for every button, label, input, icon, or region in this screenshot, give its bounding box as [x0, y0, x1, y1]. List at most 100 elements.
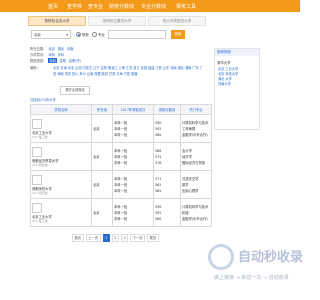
- school-cell: 首都师范大学 211 师范类: [30, 170, 92, 199]
- major-link[interactable]: 国际经济与贸易: [182, 160, 210, 166]
- pager-page[interactable]: 3: [120, 234, 129, 242]
- filter-type-selected[interactable]: 本科: [48, 58, 57, 63]
- batch-value: 本科一批: [114, 188, 128, 193]
- school-logo: [32, 174, 42, 185]
- nav-school-scores[interactable]: 院校分数线: [109, 3, 134, 10]
- search-bar: 北京 ▾ 院校 专业 搜索: [28, 30, 185, 40]
- tab-by-type[interactable]: 按大学类型查大学: [148, 16, 206, 26]
- radio-school-label: 院校: [82, 33, 89, 37]
- majors-cell: 计算机科学与技术 机械 金融学(中外合作): [180, 198, 212, 227]
- sidebar-item[interactable]: 河南大学: [218, 82, 259, 87]
- watermark-subtitle: 做上链接 → 来访一次 → 自动收录: [214, 275, 289, 281]
- search-button[interactable]: 搜索: [171, 30, 185, 39]
- sidebar-heading: 推荐院校: [215, 49, 259, 56]
- majors-cell: 汉语言文学 数学 应用心理学: [180, 170, 212, 199]
- nav-home[interactable]: 首页: [48, 3, 58, 10]
- filter-area-option[interactable]: 河南: [67, 47, 74, 51]
- school-tags: 211 理工类: [32, 134, 48, 139]
- majors-cell: 计算机科学与技术 工商管理 金融学(中外合作): [180, 114, 212, 143]
- filter-type: 院校类型: 本科 高职 高职(专): [30, 58, 83, 63]
- school-cell: 北京工业大学 211 理工类: [30, 114, 92, 143]
- location-cell: 北京: [91, 114, 113, 143]
- filter-area-option[interactable]: 北京: [48, 47, 55, 51]
- filter-province-label: 省份:: [30, 66, 38, 70]
- batch-cell: 本科一批 本科一批 本科一批: [112, 114, 154, 143]
- table-row: 首都经济贸易大学 211 财经类 北京 本科一批 本科一批 本科一批 588 574 57…: [30, 142, 212, 171]
- table-row: 北京工业大学 211 理工类 北京 本科一批 本科一批 本科一批 590 592 580 …: [30, 198, 212, 227]
- filter-type-option[interactable]: 高职: [60, 59, 67, 63]
- score-value: 580: [155, 132, 162, 137]
- school-logo: [32, 146, 42, 157]
- top-nav-bar: 首页 查学校 查专业 院校分数线 专业分数线 报考工具: [0, 0, 300, 12]
- province-list[interactable]: 北京 天津 河北 山西 内蒙古 辽宁 吉林 黑龙江 上海 江苏 浙江 安徽 福建…: [53, 65, 203, 77]
- watermark-title: 自动秒收录: [238, 250, 304, 265]
- score-value: 565: [155, 188, 162, 193]
- tab-by-location[interactable]: 按院校位置查大学: [88, 16, 146, 26]
- nav-tools[interactable]: 报考工具: [176, 3, 196, 10]
- col-batch: 2017年录取批次: [112, 104, 154, 115]
- table-row: 北京工业大学 211 理工类 北京 本科一批 本科一批 本科一批 590 592 580 …: [30, 114, 212, 143]
- pager-next[interactable]: 下一页: [130, 234, 146, 242]
- pager-page[interactable]: 2: [111, 234, 119, 242]
- school-logo: [32, 202, 42, 213]
- score-cell: 571 562 565: [153, 170, 181, 199]
- filter-level-option[interactable]: 本科: [48, 53, 55, 57]
- batch-cell: 本科一批 本科一批 本科一批: [112, 170, 154, 199]
- table-header-row: 学校名称 所在地 2017年录取批次 录取分数线 热门专业: [30, 104, 212, 115]
- tab-by-name[interactable]: 按院校名查大学: [28, 16, 86, 26]
- filter-level: 办学层次: 本科 专科: [30, 52, 66, 57]
- batch-value: 本科一批: [114, 132, 128, 137]
- radio-major[interactable]: [92, 32, 97, 37]
- col-majors: 热门专业: [180, 104, 212, 115]
- score-cell: 588 574 576: [153, 142, 181, 171]
- location-cell: 北京: [91, 198, 113, 227]
- nav-majors[interactable]: 查专业: [88, 3, 103, 10]
- nav-major-scores[interactable]: 专业分数线: [141, 3, 166, 10]
- batch-cell: 本科一批 本科一批 本科一批: [112, 198, 154, 227]
- radio-school[interactable]: [76, 32, 81, 37]
- school-logo: [32, 118, 42, 129]
- watermark-logo-icon: [208, 244, 234, 270]
- major-link[interactable]: 金融学(中外合作): [182, 216, 210, 222]
- batch-cell: 本科一批 本科一批 本科一批: [112, 142, 154, 171]
- school-table: 学校名称 所在地 2017年录取批次 录取分数线 热门专业 北京工业大学 211 …: [30, 104, 212, 227]
- school-cell: 北京工业大学 211 理工类: [30, 198, 92, 227]
- major-link[interactable]: 计算机科学与技术: [182, 120, 210, 126]
- province-select[interactable]: 北京 ▾: [31, 30, 71, 39]
- pager-first[interactable]: 首页: [72, 234, 84, 242]
- result-count: 共找到(15)所大学: [30, 98, 56, 102]
- province-select-value: 北京: [34, 33, 41, 37]
- table-row: 首都师范大学 211 师范类 北京 本科一批 本科一批 本科一批 571 562 565 …: [30, 170, 212, 199]
- location-cell: 北京: [91, 170, 113, 199]
- pager-page[interactable]: 1: [102, 234, 110, 242]
- expand-filters-button[interactable]: 展开全部筛选: [60, 86, 90, 95]
- nav-schools[interactable]: 查学校: [67, 3, 82, 10]
- filter-type-label: 院校类型:: [30, 59, 45, 63]
- watermark: 自动秒收录 做上链接 → 来访一次 → 自动收录: [208, 244, 303, 294]
- recommend-sidebar: 推荐院校 清华大学 北京 工业大学 北京 师范大学 湖北 大学 河南大学: [214, 48, 260, 130]
- col-location: 所在地: [91, 104, 113, 115]
- score-value: 580: [155, 216, 162, 221]
- filter-area: 所在位置: 北京 湖北 河南: [30, 46, 75, 51]
- score-cell: 590 592 580: [153, 198, 181, 227]
- col-score: 录取分数线: [153, 104, 181, 115]
- pager-last[interactable]: 尾页: [147, 234, 159, 242]
- filter-area-option[interactable]: 湖北: [58, 47, 65, 51]
- batch-value: 本科一批: [114, 160, 128, 165]
- score-cell: 590 592 580: [153, 114, 181, 143]
- sidebar-title[interactable]: 清华大学: [217, 60, 257, 65]
- location-cell: 北京: [91, 142, 113, 171]
- filter-level-option[interactable]: 专科: [58, 53, 65, 57]
- pager-prev[interactable]: 上一页: [85, 234, 101, 242]
- school-tags: 211 理工类: [32, 218, 48, 223]
- major-link[interactable]: 应用心理学: [182, 188, 210, 194]
- search-tabs: 按院校名查大学 按院校位置查大学 按大学类型查大学: [28, 16, 210, 26]
- major-link[interactable]: 计算机科学与技术: [182, 204, 210, 210]
- search-input[interactable]: [108, 30, 166, 39]
- major-link[interactable]: 金融学(中外合作): [182, 132, 210, 138]
- school-cell: 首都经济贸易大学 211 财经类: [30, 142, 92, 171]
- chevron-down-icon: ▾: [66, 33, 68, 37]
- majors-cell: 会计学 经济学 国际经济与贸易: [180, 142, 212, 171]
- filter-level-label: 办学层次:: [30, 53, 45, 57]
- filter-type-option[interactable]: 高职(专): [69, 59, 81, 63]
